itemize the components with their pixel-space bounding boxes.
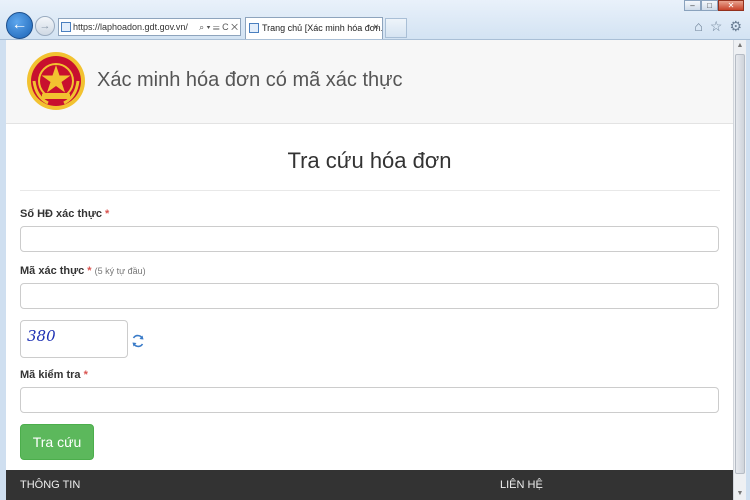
refresh-captcha-icon[interactable] <box>131 334 145 348</box>
auth-code-hint: (5 ký tự đầu) <box>94 266 146 276</box>
check-code-label: Mã kiểm tra * <box>20 369 88 381</box>
minimize-button[interactable]: – <box>684 0 701 11</box>
tab-active[interactable]: Trang chủ [Xác minh hóa đơn... × <box>245 17 383 39</box>
scroll-up-icon[interactable]: ▲ <box>734 40 746 52</box>
footer: THÔNG TIN LIÊN HỆ <box>6 470 733 500</box>
invoice-number-input[interactable] <box>20 226 719 252</box>
site-favicon-icon <box>61 22 71 32</box>
back-button[interactable]: ← <box>6 12 33 39</box>
address-bar[interactable]: https://laphoadon.gdt.gov.vn/ ⌕ ▾ ☰ C ✕ <box>58 18 241 36</box>
auth-code-label-text: Mã xác thực <box>20 265 85 277</box>
required-mark: * <box>83 369 88 381</box>
new-tab-button[interactable] <box>385 18 407 38</box>
national-emblem-icon <box>27 52 85 110</box>
divider <box>20 190 720 191</box>
required-mark: * <box>105 208 110 220</box>
tab-favicon-icon <box>249 23 259 33</box>
forward-button[interactable]: → <box>35 16 55 36</box>
vertical-scrollbar[interactable]: ▲ ▼ <box>733 40 746 500</box>
tab-title: Trang chủ [Xác minh hóa đơn... <box>262 23 383 33</box>
auth-code-input[interactable] <box>20 283 719 309</box>
scroll-down-icon[interactable]: ▼ <box>734 488 746 500</box>
gear-icon[interactable]: ⚙ <box>729 18 742 35</box>
scroll-thumb[interactable] <box>735 54 745 474</box>
address-url: https://laphoadon.gdt.gov.vn/ <box>73 22 188 32</box>
toolbar-icons: ⌂ ☆ ⚙ <box>694 18 742 35</box>
address-tools[interactable]: ⌕ ▾ ☰ C ✕ <box>197 19 238 35</box>
footer-contact-label[interactable]: LIÊN HỆ <box>500 479 543 491</box>
site-title: Xác minh hóa đơn có mã xác thực <box>97 69 403 91</box>
tab-close-icon[interactable]: × <box>373 18 379 38</box>
invoice-number-label: Số HĐ xác thực * <box>20 208 109 220</box>
footer-info-label[interactable]: THÔNG TIN <box>20 479 80 491</box>
close-window-button[interactable]: ✕ <box>718 0 744 11</box>
auth-code-label: Mã xác thực * (5 ký tự đầu) <box>20 265 146 277</box>
check-code-input[interactable] <box>20 387 719 413</box>
maximize-button[interactable]: □ <box>701 0 718 11</box>
check-code-label-text: Mã kiểm tra <box>20 369 81 381</box>
site-header: Xác minh hóa đơn có mã xác thực <box>6 40 733 124</box>
star-icon[interactable]: ☆ <box>710 18 723 35</box>
home-icon[interactable]: ⌂ <box>694 18 702 35</box>
page-viewport: Xác minh hóa đơn có mã xác thực Tra cứu … <box>6 40 733 500</box>
captcha-text: 380 <box>27 327 56 345</box>
window-controls: – □ ✕ <box>684 0 744 11</box>
search-button[interactable]: Tra cứu <box>20 424 94 460</box>
browser-chrome: – □ ✕ ← → https://laphoadon.gdt.gov.vn/ … <box>0 0 750 40</box>
page-title: Tra cứu hóa đơn <box>287 148 452 173</box>
captcha-image: 380 <box>20 320 128 358</box>
required-mark: * <box>87 265 92 277</box>
invoice-number-label-text: Số HĐ xác thực <box>20 208 102 220</box>
